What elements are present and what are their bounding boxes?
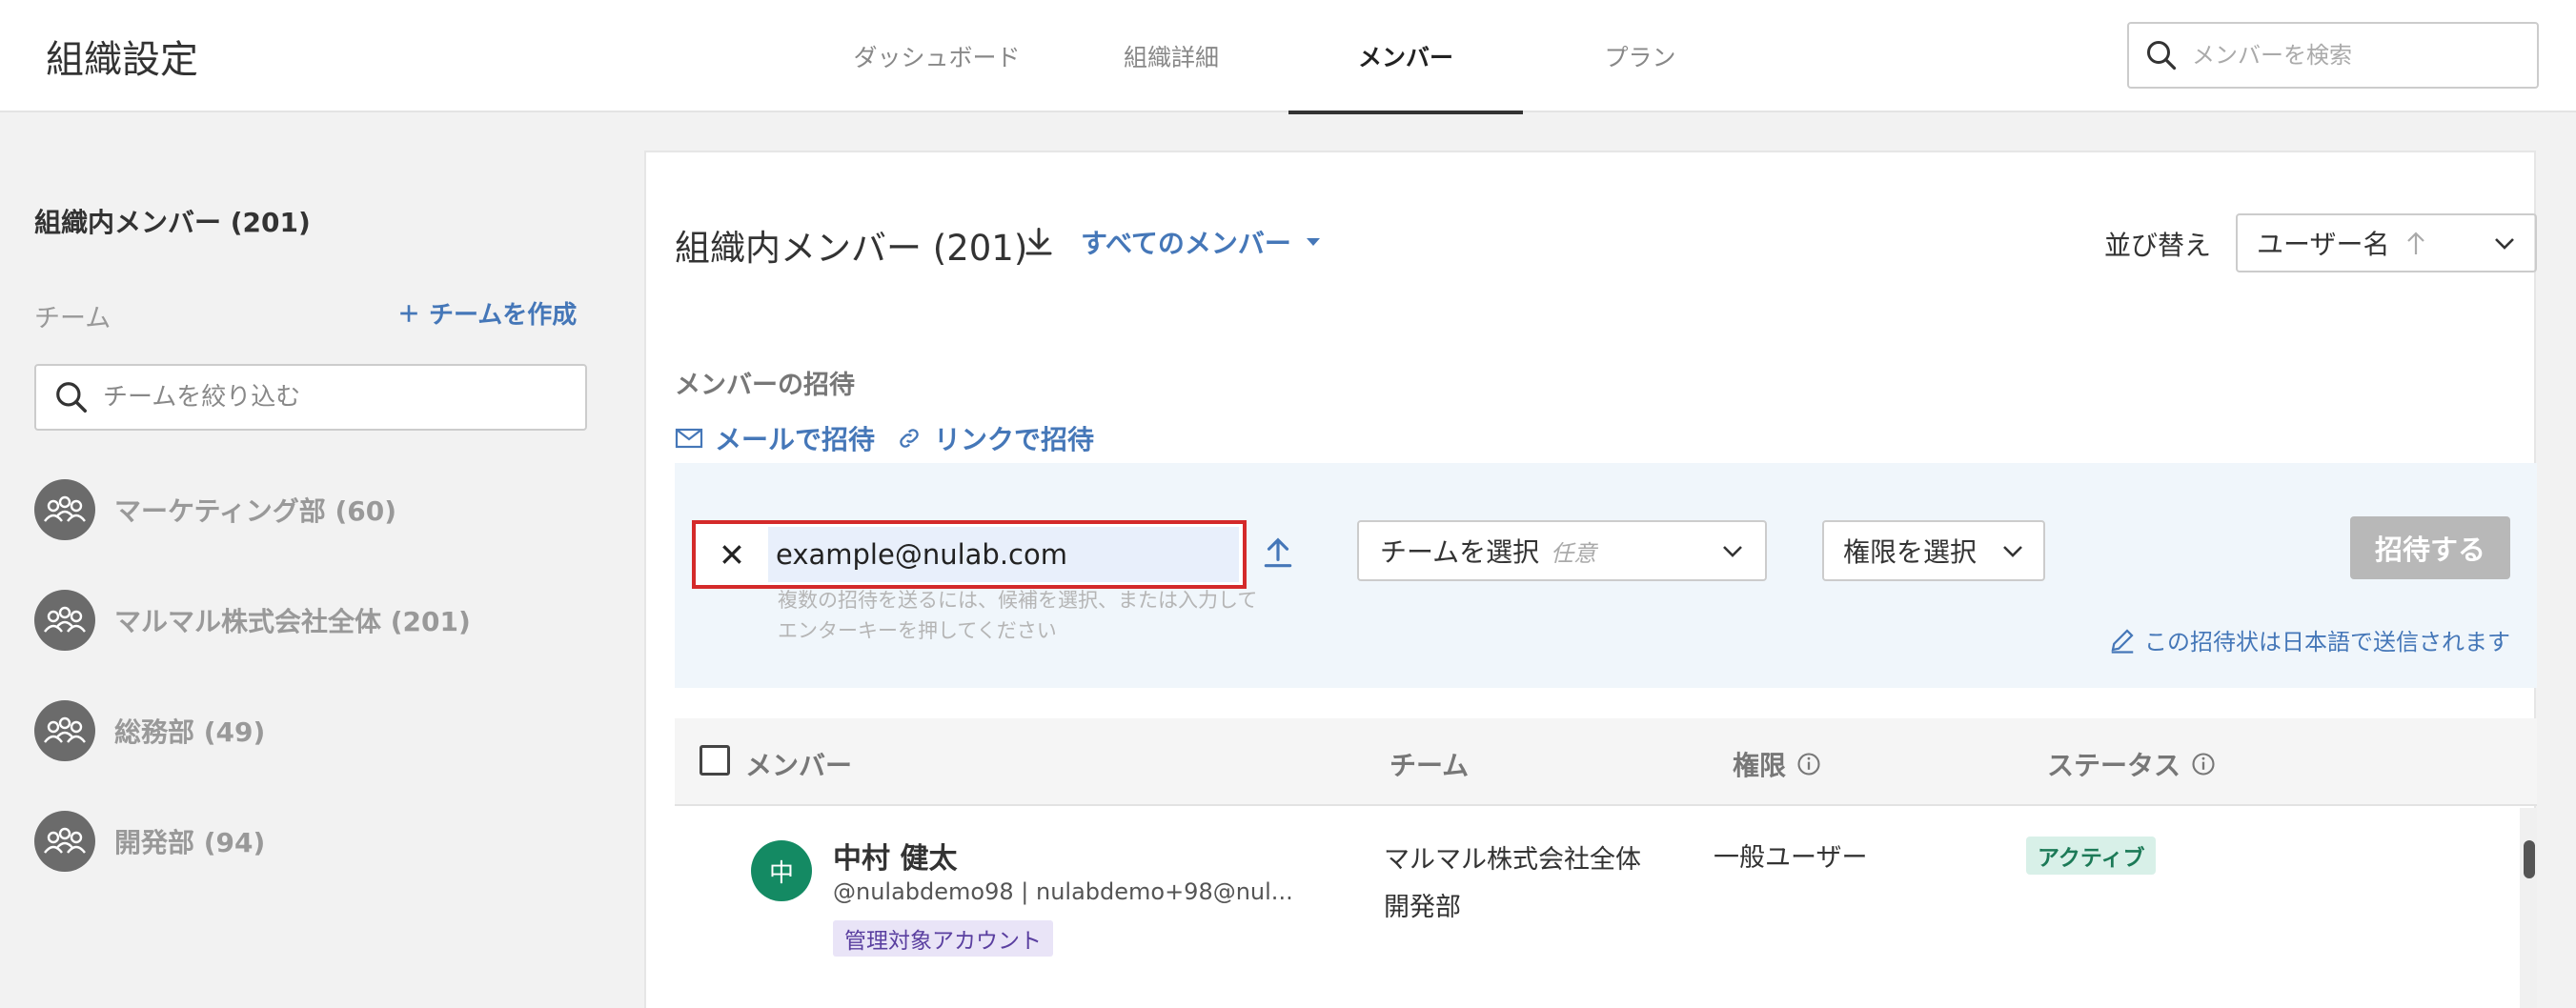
email-invite-field[interactable]: example@nulab.com xyxy=(692,520,1247,589)
sort-label: 並び替え xyxy=(2104,230,2212,261)
tab-dashboard[interactable]: ダッシュボード xyxy=(820,0,1054,112)
chevron-down-icon xyxy=(2003,546,2022,557)
member-name: 中村 健太 xyxy=(833,842,958,876)
caret-down-icon xyxy=(1306,238,1320,246)
scrollbar-thumb[interactable] xyxy=(2524,840,2535,878)
invite-by-email-label: メールで招待 xyxy=(715,424,876,455)
invite-by-link-label: リンクで招待 xyxy=(934,424,1095,455)
sort-select[interactable]: ユーザー名 xyxy=(2236,213,2537,272)
tab-org-details[interactable]: 組織詳細 xyxy=(1054,0,1288,112)
col-role: 権限 xyxy=(1733,745,1822,783)
members-table-header: メンバー チーム 権限 ステータス xyxy=(675,718,2537,806)
invite-by-email-link[interactable]: メールで招待 xyxy=(675,419,875,457)
email-chip[interactable]: example@nulab.com xyxy=(768,527,1239,582)
managed-account-badge: 管理対象アカウント xyxy=(833,920,1053,957)
info-icon[interactable] xyxy=(1795,751,1822,777)
link-icon xyxy=(900,429,919,448)
tab-members[interactable]: メンバー xyxy=(1288,0,1523,114)
team-avatar xyxy=(34,700,95,761)
permission-select[interactable]: 権限を選択 xyxy=(1822,520,2045,581)
language-note[interactable]: この招待状は日本語で送信されます xyxy=(2108,623,2510,656)
col-team: チーム xyxy=(1389,750,1470,781)
create-team-label: チームを作成 xyxy=(429,301,578,330)
mail-icon xyxy=(675,428,703,449)
chevron-down-icon xyxy=(2495,238,2514,250)
team-avatar xyxy=(34,479,95,540)
team-select-label: チームを選択 xyxy=(1380,536,1540,568)
team-icon xyxy=(44,495,86,522)
sidebar-team-item[interactable]: マルマル株式会社全体 (201) xyxy=(34,589,471,652)
info-icon[interactable] xyxy=(2190,751,2217,777)
team-name: マーケティング部 (60) xyxy=(114,495,397,527)
invite-by-link-link[interactable]: リンクで招待 xyxy=(896,419,1094,457)
col-status: ステータス xyxy=(2047,745,2217,783)
tab-plan[interactable]: プラン xyxy=(1523,0,1757,112)
clear-email-button[interactable] xyxy=(696,524,768,585)
sidebar-team-item[interactable]: 開発部 (94) xyxy=(34,810,265,873)
team-avatar xyxy=(34,590,95,651)
pencil-icon xyxy=(2111,628,2134,654)
team-select-optional: 任意 xyxy=(1551,539,1597,567)
member-filter-dropdown[interactable]: すべてのメンバー xyxy=(1081,223,1322,261)
page-title: 組織設定 xyxy=(46,38,198,82)
scrollbar-track[interactable] xyxy=(2520,808,2537,1008)
invite-button[interactable]: 招待する xyxy=(2350,516,2510,579)
team-name: 開発部 (94) xyxy=(114,827,266,858)
tab-bar: ダッシュボード 組織詳細 メンバー プラン xyxy=(820,0,1757,114)
select-all-checkbox[interactable] xyxy=(700,745,730,776)
member-search-input[interactable] xyxy=(2192,42,2516,69)
language-note-label: この招待状は日本語で送信されます xyxy=(2144,629,2510,655)
team-select[interactable]: チームを選択 任意 xyxy=(1357,520,1767,581)
permission-select-label: 権限を選択 xyxy=(1843,536,1978,568)
team-icon xyxy=(44,827,86,854)
sidebar-all-members[interactable]: 組織内メンバー (201) xyxy=(34,202,311,240)
status-badge: アクティブ xyxy=(2026,837,2157,875)
team-section-label: チーム xyxy=(34,304,112,333)
top-header: 組織設定 ダッシュボード 組織詳細 メンバー プラン xyxy=(0,0,2576,114)
sidebar-team-item[interactable]: マーケティング部 (60) xyxy=(34,478,396,541)
member-id-email: @nulabdemo98 | nulabdemo+98@nul... xyxy=(833,878,1293,905)
member-role: 一般ユーザー xyxy=(1714,843,1868,873)
team-name: マルマル株式会社全体 (201) xyxy=(114,606,471,637)
email-hint: 複数の招待を送るには、候補を選択、または入力してエンターキーを押してください xyxy=(778,589,1258,642)
sidebar: 組織内メンバー (201) チーム チームを作成 マーケティング部 (60) xyxy=(0,114,629,1008)
download-icon[interactable] xyxy=(1022,225,1056,259)
member-teams: マルマル株式会社全体 開発部 xyxy=(1384,845,1641,922)
create-team-button[interactable]: チームを作成 xyxy=(398,295,577,331)
main-panel: 組織内メンバー (201) すべてのメンバー 並び替え ユーザー名 メンバーの招… xyxy=(644,151,2537,1008)
invite-method-links: メールで招待 リンクで招待 xyxy=(675,419,1094,457)
avatar: 中 xyxy=(751,840,812,901)
team-filter-input[interactable] xyxy=(103,383,560,412)
search-icon xyxy=(56,382,87,413)
col-member: メンバー xyxy=(745,750,853,781)
invite-panel: example@nulab.com 複数の招待を送るには、候補を選択、または入力… xyxy=(675,463,2537,688)
search-icon xyxy=(2147,41,2177,71)
member-filter-label: すべてのメンバー xyxy=(1081,228,1291,259)
team-icon xyxy=(44,716,86,743)
team-avatar xyxy=(34,811,95,872)
member-search[interactable] xyxy=(2127,22,2539,89)
team-filter[interactable] xyxy=(34,364,587,431)
close-icon xyxy=(722,545,741,564)
sort-value: ユーザー名 xyxy=(2257,229,2390,260)
plus-icon xyxy=(400,304,417,322)
members-title: 組織内メンバー (201) xyxy=(675,228,1028,269)
invite-section-label: メンバーの招待 xyxy=(675,371,855,400)
team-name: 総務部 (49) xyxy=(114,716,266,748)
sidebar-team-item[interactable]: 総務部 (49) xyxy=(34,699,265,762)
arrow-up-icon[interactable] xyxy=(2404,230,2427,256)
chevron-down-icon xyxy=(1723,546,1742,557)
team-icon xyxy=(44,606,86,633)
upload-icon[interactable] xyxy=(1260,535,1296,572)
